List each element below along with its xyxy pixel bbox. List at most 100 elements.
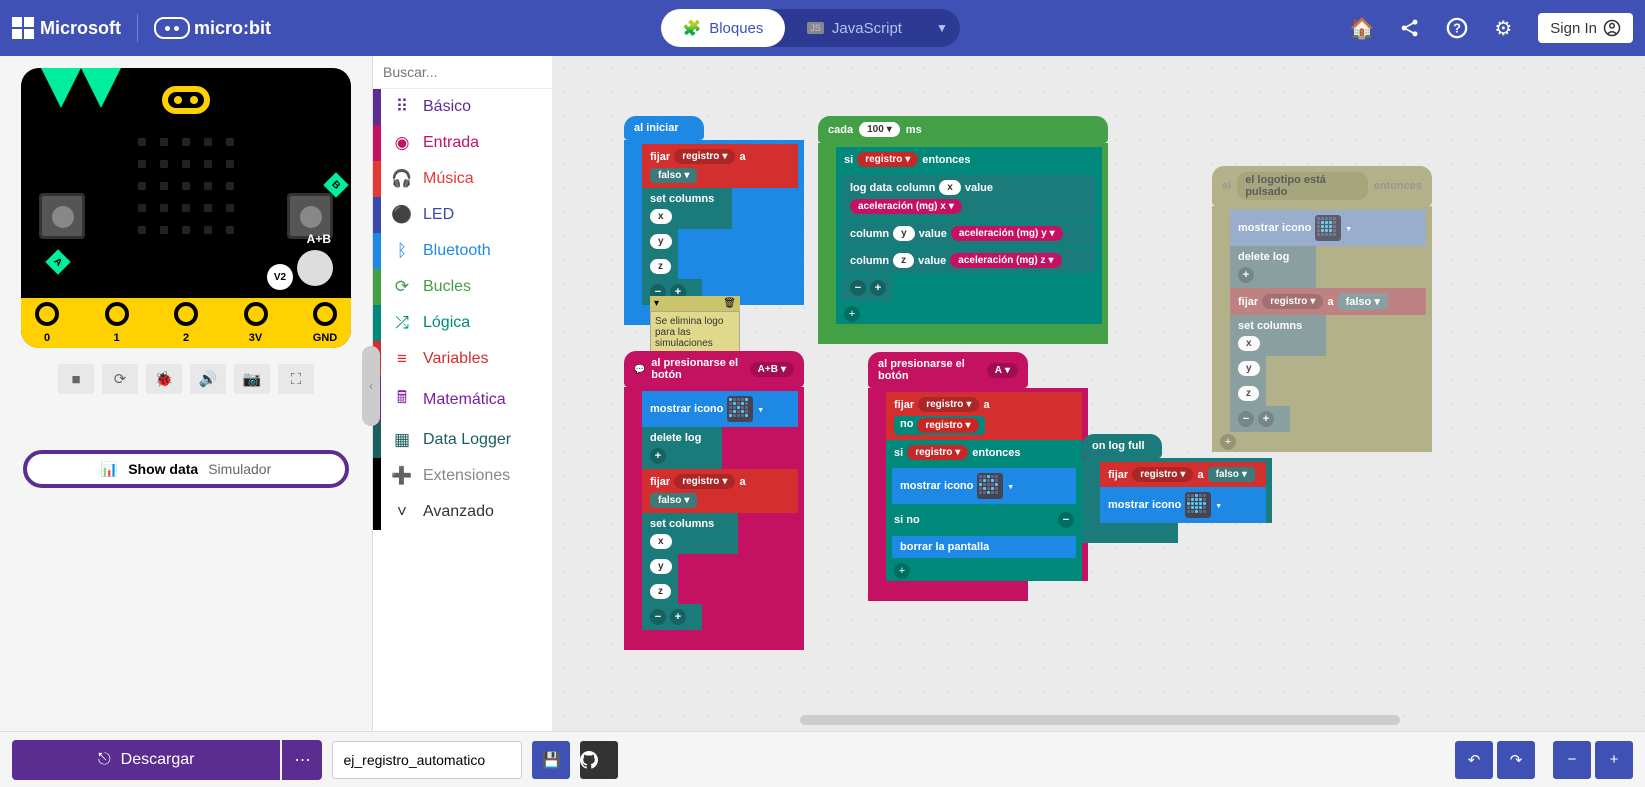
category-bucles[interactable]: ⟳Bucles (373, 269, 552, 305)
category-matematica[interactable]: 🖩Matemática (373, 377, 552, 422)
blocks-canvas[interactable]: al iniciar fijar registro ▾ a falso ▾ se… (552, 56, 1645, 731)
block-else[interactable]: si no− (886, 507, 1082, 533)
language-chevron[interactable]: ▼ (924, 21, 960, 35)
download-more-button[interactable]: ⋯ (282, 740, 322, 780)
redo-button[interactable]: ↷ (1497, 741, 1535, 779)
stack-logo-pressed[interactable]: si el logotipo está pulsado entonces mos… (1212, 166, 1432, 452)
show-data-button[interactable]: 📊 Show data Simulador (23, 450, 349, 488)
hat-every[interactable]: cada 100 ▾ ms (818, 116, 1108, 143)
comment-icon[interactable]: 💬 (634, 364, 645, 375)
debug-button[interactable]: 🐞 (146, 364, 182, 394)
category-musica[interactable]: 🎧Música (373, 161, 552, 197)
block-show-icon2[interactable]: mostrar icono ▾ (892, 468, 1076, 504)
button-a[interactable] (39, 193, 85, 239)
category-label: Extensiones (423, 467, 510, 485)
block-col-z[interactable]: columnz valueaceleración (mg) z ▾ (842, 248, 1096, 273)
microsoft-logo[interactable]: Microsoft (12, 17, 121, 39)
search-input[interactable] (383, 64, 564, 80)
icon-preview[interactable] (727, 396, 753, 422)
github-button[interactable] (580, 741, 618, 779)
home-icon[interactable]: 🏠 (1349, 16, 1374, 41)
pin-1[interactable]: 1 (105, 302, 129, 326)
collapse-simulator[interactable]: ‹ (362, 346, 380, 426)
fullscreen-button[interactable]: ⛶ (278, 364, 314, 394)
search-row: 🔍 (373, 56, 552, 89)
restart-button[interactable]: ⟳ (102, 364, 138, 394)
category-bluetooth[interactable]: ᛒBluetooth (373, 233, 552, 269)
share-icon[interactable] (1400, 18, 1420, 38)
pin-2[interactable]: 2 (174, 302, 198, 326)
block-set-columns[interactable]: set columns x (642, 188, 732, 229)
block-show-icon[interactable]: mostrar icono ▾ (642, 391, 798, 427)
show-data-label: Show data (128, 461, 198, 477)
project-name-input[interactable] (332, 741, 522, 779)
button-ab[interactable] (297, 250, 333, 286)
stack-on-log-full[interactable]: on log full fijarregistro ▾afalso ▾ most… (1082, 434, 1272, 543)
blocks-tab[interactable]: 🧩 Bloques (661, 9, 786, 47)
category-led[interactable]: ⚫LED (373, 197, 552, 233)
block-if[interactable]: si registro ▾ entonces (836, 147, 1102, 172)
pin-gnd[interactable]: GND (313, 302, 337, 326)
stack-on-start[interactable]: al iniciar fijar registro ▾ a falso ▾ se… (624, 116, 804, 325)
download-button[interactable]: ⎋ Descargar (12, 740, 280, 780)
javascript-tab[interactable]: JS JavaScript (785, 9, 924, 47)
block-set-var2[interactable]: fijarregistro ▾afalso ▾ (642, 469, 798, 513)
mute-button[interactable]: 🔊 (190, 364, 226, 394)
zoom-out-button[interactable]: − (1553, 741, 1591, 779)
help-icon[interactable]: ? (1446, 17, 1468, 39)
trash-icon[interactable]: 🗑 (723, 298, 736, 309)
microbit-logo[interactable]: micro:bit (154, 17, 271, 39)
col-y[interactable]: y (642, 229, 678, 254)
block-delete-log2[interactable]: delete log+ (1230, 246, 1316, 288)
block-log-data[interactable]: log data columnx valueaceleración (mg) x… (842, 175, 1096, 219)
hat-on-start[interactable]: al iniciar (624, 116, 704, 140)
pin-3v[interactable]: 3V (244, 302, 268, 326)
block-show-icon3[interactable]: mostrar icono ▾ (1230, 210, 1426, 246)
stack-on-a[interactable]: al presionarse el botón A ▾ fijarregistr… (868, 352, 1088, 601)
category-variables[interactable]: ≡Variables (373, 341, 552, 377)
block-delete-log[interactable]: delete log+ (642, 427, 722, 469)
category-entrada[interactable]: ◉Entrada (373, 125, 552, 161)
block-set-columns2[interactable]: set columnsx (642, 513, 738, 554)
microbit-label: micro:bit (194, 18, 271, 39)
category-avanzado[interactable]: ˅Avanzado (373, 494, 552, 530)
block-set-var4[interactable]: fijarregistro ▾afalso ▾ (1230, 288, 1426, 315)
ms-value[interactable]: 100 ▾ (859, 122, 900, 137)
col-z[interactable]: z (642, 254, 678, 279)
save-button[interactable]: 💾 (532, 741, 570, 779)
var-registro[interactable]: registro ▾ (857, 152, 918, 167)
hat-on-log-full[interactable]: on log full (1082, 434, 1162, 458)
category-extensiones[interactable]: ➕Extensiones (373, 458, 552, 494)
block-col-y[interactable]: columny valueaceleración (mg) y ▾ (842, 221, 1096, 246)
stack-on-ab[interactable]: 💬 al presionarse el botón A+B ▾ mostrar … (624, 351, 804, 650)
block-set-var5[interactable]: fijarregistro ▾afalso ▾ (1100, 462, 1266, 487)
block-show-icon4[interactable]: mostrar icono ▾ (1100, 487, 1266, 523)
category-logica[interactable]: ⤮Lógica (373, 305, 552, 341)
category-data-logger[interactable]: ▦Data Logger (373, 422, 552, 458)
comment-chevron-icon[interactable]: ▾ (654, 298, 659, 309)
canvas-scrollbar[interactable] (800, 715, 1400, 725)
microbit-simulator[interactable]: A B A+B V2 0 1 2 3V GND (21, 68, 351, 348)
zoom-in-button[interactable]: + (1595, 741, 1633, 779)
block-set-var3[interactable]: fijarregistro ▾a noregistro ▾ (886, 392, 1082, 440)
screenshot-button[interactable]: 📷 (234, 364, 270, 394)
block-set-columns3[interactable]: set columnsx (1230, 315, 1326, 356)
stop-button[interactable]: ■ (58, 364, 94, 394)
hat-if-logo[interactable]: si el logotipo está pulsado entonces (1212, 166, 1432, 206)
block-not[interactable]: noregistro ▾ (894, 416, 985, 435)
block-set-var[interactable]: fijar registro ▾ a falso ▾ (642, 144, 798, 188)
sign-in-button[interactable]: Sign In (1538, 13, 1633, 43)
settings-icon[interactable]: ⚙ (1494, 16, 1512, 41)
block-clear-screen[interactable]: borrar la pantalla (892, 536, 1076, 558)
hat-on-a[interactable]: al presionarse el botón A ▾ (868, 352, 1028, 388)
bool-false[interactable]: falso ▾ (650, 168, 697, 183)
stack-every-ms[interactable]: cada 100 ▾ ms si registro ▾ entonces log… (818, 116, 1108, 344)
category-basico[interactable]: ⠿Básico (373, 89, 552, 125)
hat-on-ab[interactable]: 💬 al presionarse el botón A+B ▾ (624, 351, 804, 387)
undo-button[interactable]: ↶ (1455, 741, 1493, 779)
block-if2[interactable]: siregistro ▾entonces (886, 440, 1082, 465)
mb-edge-connector: 0 1 2 3V GND (21, 298, 351, 348)
pin-0[interactable]: 0 (35, 302, 59, 326)
block-comment[interactable]: ▾🗑 Se elimina logo para las simulaciones (650, 296, 740, 354)
var-dropdown[interactable]: registro ▾ (674, 149, 735, 164)
